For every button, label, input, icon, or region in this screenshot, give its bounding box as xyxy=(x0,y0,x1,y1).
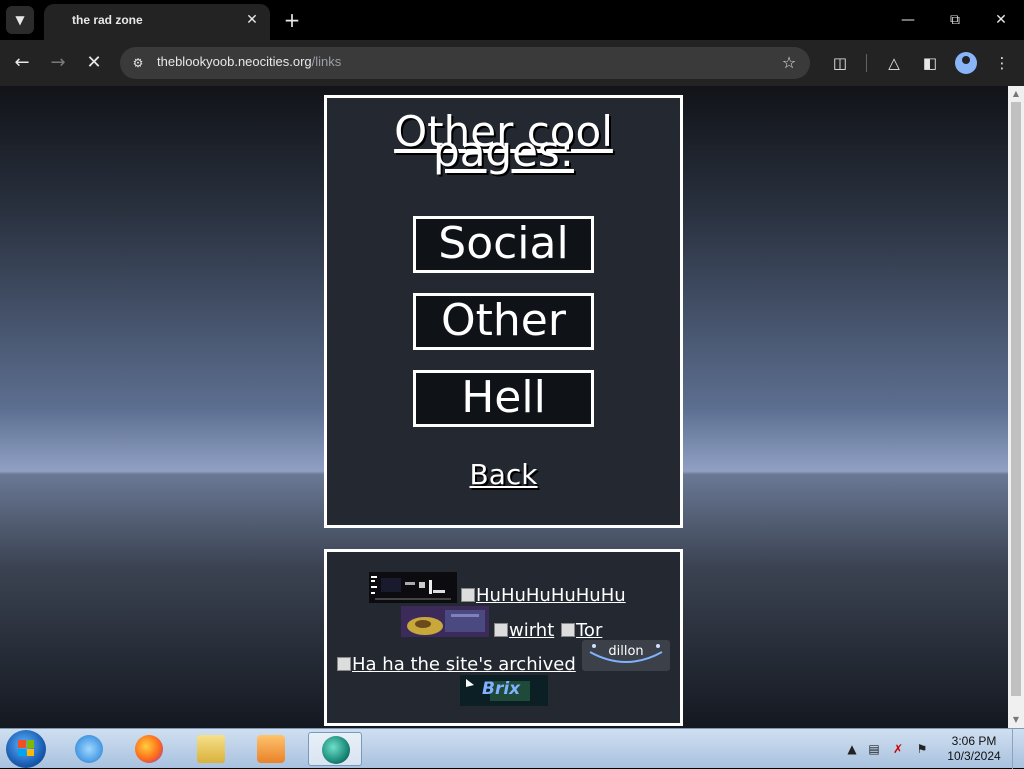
extensions-icon[interactable]: ◫ xyxy=(828,51,852,75)
dillon-badge-text: dillon xyxy=(608,644,644,659)
brix-badge-text: Brix xyxy=(482,679,521,699)
pixel-badge-1[interactable] xyxy=(369,572,457,603)
tab-search-icon[interactable]: ▼ xyxy=(6,6,34,34)
browser-toolbar: ← → ✕ ⚙ theblookyoob.neocities.org/links… xyxy=(0,40,1024,86)
site-info-icon[interactable]: ⚙ xyxy=(128,53,148,73)
restore-icon[interactable]: ⧉ xyxy=(937,6,973,34)
taskbar-file-explorer[interactable] xyxy=(184,732,238,766)
minimize-icon[interactable]: — xyxy=(890,6,926,34)
broken-image-icon xyxy=(494,623,508,637)
tor-alt-text: Tor xyxy=(576,620,603,641)
hell-button[interactable]: Hell xyxy=(413,370,594,427)
internet-explorer-icon xyxy=(75,735,103,763)
volume-muted-icon[interactable]: ✗ xyxy=(890,741,906,757)
show-desktop-button[interactable] xyxy=(1012,729,1024,769)
address-bar[interactable]: ⚙ theblookyoob.neocities.org/links ☆ xyxy=(120,47,810,79)
pixel-badge-2-art xyxy=(401,606,489,637)
toolbar-separator xyxy=(866,54,867,72)
folder-icon xyxy=(197,735,225,763)
url-path: /links xyxy=(311,54,342,69)
new-tab-icon[interactable]: + xyxy=(280,8,304,32)
back-link[interactable]: Back xyxy=(327,458,680,491)
tab-bar: ▼ the rad zone ✕ + — ⧉ ✕ xyxy=(0,0,1024,40)
archived-badge-link[interactable]: Ha ha the site's archived xyxy=(337,654,576,675)
pixel-badge-1-art xyxy=(371,576,451,600)
action-center-flag-icon[interactable]: ⚑ xyxy=(914,741,930,757)
wirht-alt-text: wirht xyxy=(509,620,555,641)
scroll-down-arrow-icon[interactable]: ▼ xyxy=(1008,712,1024,728)
page-scrollbar[interactable]: ▲ ▼ xyxy=(1008,86,1024,728)
start-button[interactable] xyxy=(6,730,46,768)
broken-image-icon xyxy=(337,657,351,671)
archived-alt-text: Ha ha the site's archived xyxy=(352,654,576,675)
social-button[interactable]: Social xyxy=(413,216,594,273)
clock-date: 10/3/2024 xyxy=(947,749,1001,763)
brix-badge[interactable]: Brix xyxy=(460,675,548,706)
taskbar-internet-explorer[interactable] xyxy=(62,732,116,766)
taskbar-clock[interactable]: 3:06 PM 10/3/2024 xyxy=(940,734,1008,764)
tab-title: the rad zone xyxy=(72,13,143,27)
huhu-alt-text: HuHuHuHuHuHu xyxy=(476,585,626,606)
windows-logo-icon xyxy=(18,740,34,756)
url-host: theblookyoob.neocities.org xyxy=(157,54,312,69)
windows-taskbar: ▲ ▤ ✗ ⚑ 3:06 PM 10/3/2024 xyxy=(0,728,1024,769)
tor-badge-link[interactable]: Tor xyxy=(561,620,602,641)
page-heading: Other cool pages: xyxy=(394,107,613,176)
active-tab[interactable]: the rad zone ✕ xyxy=(44,4,270,40)
taskbar-media-player[interactable] xyxy=(244,732,298,766)
menu-kebab-icon[interactable]: ⋮ xyxy=(990,51,1014,75)
network-icon[interactable]: ▤ xyxy=(866,741,882,757)
pixel-badge-2[interactable] xyxy=(401,606,489,637)
close-window-icon[interactable]: ✕ xyxy=(983,6,1019,34)
firefox-icon xyxy=(135,735,163,763)
page-viewport: Other cool pages: Social Other Hell Back… xyxy=(0,86,1008,728)
taskbar-firefox[interactable] xyxy=(122,732,176,766)
stop-loading-icon[interactable]: ✕ xyxy=(80,49,108,77)
site-buttons-panel: HuHuHuHuHuHu wirht Tor Ha ha the site's … xyxy=(324,549,683,726)
broken-image-icon xyxy=(461,588,475,602)
bookmark-star-icon[interactable]: ☆ xyxy=(778,52,800,74)
broken-image-icon xyxy=(561,623,575,637)
back-arrow-icon[interactable]: ← xyxy=(8,49,36,77)
dillon-badge[interactable]: dillon xyxy=(582,640,670,671)
side-panel-icon[interactable]: ◧ xyxy=(918,51,942,75)
media-player-icon xyxy=(257,735,285,763)
links-panel: Other cool pages: Social Other Hell Back xyxy=(324,95,683,528)
tray-overflow-arrow-icon[interactable]: ▲ xyxy=(844,741,860,757)
clock-time: 3:06 PM xyxy=(951,734,997,748)
browser-app-icon xyxy=(322,736,350,764)
scroll-thumb[interactable] xyxy=(1011,102,1021,696)
scroll-up-arrow-icon[interactable]: ▲ xyxy=(1008,86,1024,102)
wirht-badge-link[interactable]: wirht xyxy=(494,620,554,641)
forward-arrow-icon[interactable]: → xyxy=(44,49,72,77)
profile-avatar-icon[interactable] xyxy=(955,52,977,74)
labs-flask-icon[interactable]: △ xyxy=(882,51,906,75)
url-text[interactable]: theblookyoob.neocities.org/links xyxy=(157,54,341,69)
close-tab-icon[interactable]: ✕ xyxy=(242,10,262,30)
other-button[interactable]: Other xyxy=(413,293,594,350)
taskbar-chrome[interactable] xyxy=(308,732,362,766)
huhu-badge-link[interactable]: HuHuHuHuHuHu xyxy=(461,585,626,606)
